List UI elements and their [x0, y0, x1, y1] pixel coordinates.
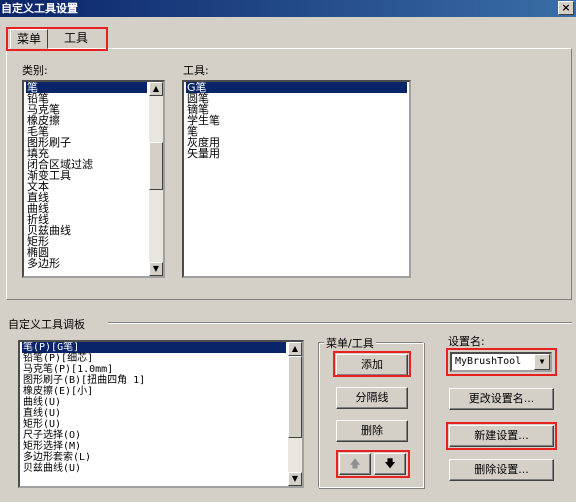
close-button[interactable]: ×: [558, 1, 574, 15]
palette-item[interactable]: 贝兹曲线(U): [22, 463, 286, 474]
palette-label: 自定义工具调板: [8, 318, 85, 331]
tab-tools[interactable]: 工具: [58, 29, 94, 49]
palette-item[interactable]: 笔(P)[G笔]: [22, 342, 286, 353]
category-listbox[interactable]: 笔铅笔 马克笔 橡皮擦 毛笔 图形刷子 填充 闭合区域过滤 渐变工具 文本 直线 曲线 折线 贝兹曲线矩…: [22, 80, 165, 278]
palette-item[interactable]: 马克笔(P)[1.0mm]: [22, 364, 286, 375]
arrow-up-icon: 🡅: [349, 457, 361, 470]
arrow-down-icon: 🡇: [384, 457, 396, 470]
palette-item[interactable]: 曲线(U): [22, 397, 286, 408]
tools-list-items: G笔 圆笔 镝笔 学生笔笔灰度用 矢量用: [186, 82, 407, 159]
rename-settings-button[interactable]: 更改设置名...: [449, 388, 554, 410]
add-button[interactable]: 添加: [336, 354, 408, 376]
palette-item[interactable]: 图形刷子(B)[扭曲四角 1]: [22, 375, 286, 386]
tools-label: 工具:: [183, 64, 209, 77]
palette-divider: [108, 322, 572, 324]
category-item[interactable]: 多边形: [26, 258, 147, 269]
menu-tool-group-label: 菜单/工具: [324, 335, 376, 351]
category-list-items: 笔铅笔 马克笔 橡皮擦 毛笔 图形刷子 填充 闭合区域过滤 渐变工具 文本 直线 曲线 折线 贝兹曲线矩…: [26, 82, 147, 269]
window-title: 自定义工具设置: [1, 2, 78, 15]
chevron-down-icon[interactable]: ▼: [534, 354, 550, 370]
palette-item[interactable]: 多边形套索(L): [22, 452, 286, 463]
tool-item[interactable]: 矢量用: [186, 148, 407, 159]
palette-item[interactable]: 铅笔(P)[细芯]: [22, 353, 286, 364]
palette-scrollbar[interactable]: ▲ ▼: [288, 342, 302, 486]
category-label: 类别:: [22, 64, 48, 77]
new-settings-button[interactable]: 新建设置...: [449, 425, 554, 447]
move-down-button[interactable]: 🡇: [374, 453, 406, 475]
tools-listbox[interactable]: G笔 圆笔 镝笔 学生笔笔灰度用 矢量用: [182, 80, 411, 278]
delete-button[interactable]: 删除: [336, 420, 408, 442]
tool-item[interactable]: 圆笔: [186, 93, 407, 104]
close-icon: ×: [561, 1, 571, 14]
delete-settings-button[interactable]: 删除设置...: [449, 459, 554, 481]
scroll-thumb[interactable]: [288, 356, 302, 438]
scroll-up-icon[interactable]: ▲: [288, 342, 302, 356]
scroll-up-icon[interactable]: ▲: [149, 82, 163, 96]
category-scrollbar[interactable]: ▲ ▼: [149, 82, 163, 276]
palette-listbox[interactable]: 笔(P)[G笔] 铅笔(P)[细芯] 马克笔(P)[1.0mm] 图形刷子(B)[扭曲…: [18, 340, 304, 488]
settings-name-value: MyBrushTool: [455, 356, 522, 367]
tool-item[interactable]: 学生笔: [186, 115, 407, 126]
scroll-thumb[interactable]: [149, 142, 163, 190]
palette-item[interactable]: 矩形选择(M): [22, 441, 286, 452]
move-up-button[interactable]: 🡅: [339, 453, 371, 475]
separator-button[interactable]: 分隔线: [336, 387, 408, 409]
tab-menu[interactable]: 菜单: [10, 29, 49, 49]
palette-item[interactable]: 矩形(U): [22, 419, 286, 430]
palette-item[interactable]: 尺子选择(O): [22, 430, 286, 441]
scroll-down-icon[interactable]: ▼: [288, 472, 302, 486]
palette-item[interactable]: 直线(U): [22, 408, 286, 419]
settings-name-label: 设置名:: [448, 335, 485, 348]
palette-list-items: 笔(P)[G笔] 铅笔(P)[细芯] 马克笔(P)[1.0mm] 图形刷子(B)[扭曲…: [22, 342, 286, 474]
tool-item[interactable]: G笔: [186, 82, 407, 93]
title-bar: 自定义工具设置 ×: [0, 0, 576, 17]
palette-item[interactable]: 橡皮擦(E)[小]: [22, 386, 286, 397]
settings-name-combobox[interactable]: MyBrushTool ▼: [450, 352, 552, 372]
scroll-down-icon[interactable]: ▼: [149, 262, 163, 276]
